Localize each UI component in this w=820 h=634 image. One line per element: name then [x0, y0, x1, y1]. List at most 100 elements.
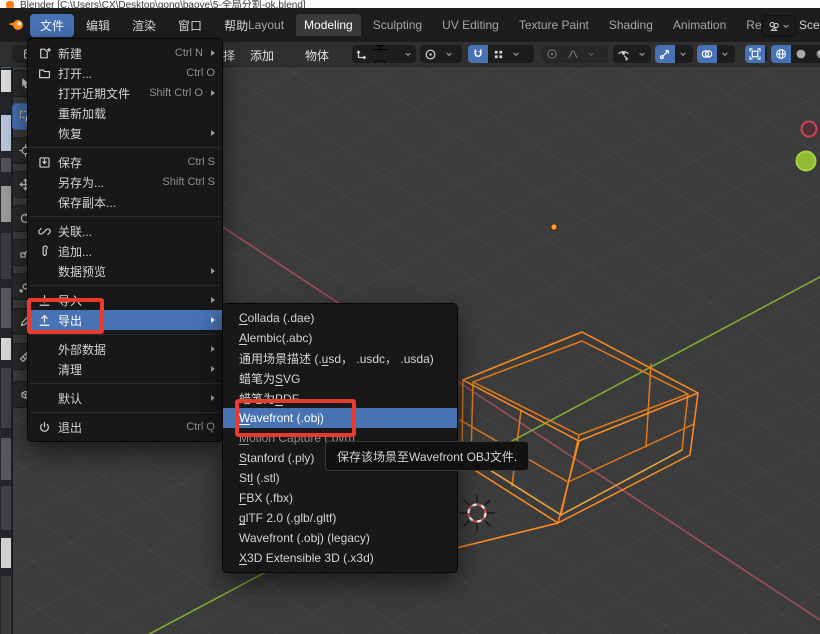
shading-solid-icon[interactable]: [791, 45, 811, 63]
pivot-point-dropdown[interactable]: [420, 45, 462, 63]
menu-item-label: 恢复: [58, 125, 203, 142]
snap-with-icon[interactable]: [489, 45, 508, 63]
export-item-grease-pencil-svg[interactable]: 蜡笔为SVG: [223, 368, 457, 388]
submenu-arrow-icon: [211, 366, 215, 372]
tab-modeling[interactable]: Modeling: [296, 14, 361, 36]
file-menu-item-append[interactable]: 追加...: [28, 241, 222, 261]
export-item-stl[interactable]: Stl (.stl): [223, 468, 457, 488]
overlays-group: [697, 45, 735, 63]
file-menu-item-reload[interactable]: 重新加载: [28, 103, 222, 123]
power-icon: [36, 421, 52, 434]
topbar-menu-window[interactable]: 窗口: [168, 14, 212, 37]
file-menu-item-save-as[interactable]: 另存为... Shift Ctrl S: [28, 172, 222, 192]
proportional-edit-icon[interactable]: [542, 45, 562, 63]
scene-selector[interactable]: [762, 15, 796, 37]
export-item-collada[interactable]: Collada (.dae): [223, 308, 457, 328]
chevron-down-icon: [717, 45, 733, 63]
xray-icon[interactable]: [745, 45, 765, 63]
topbar-menu-edit[interactable]: 编辑: [76, 14, 120, 37]
chevron-down-icon: [782, 22, 790, 30]
window-sliver-fragment: [1, 338, 11, 360]
menu-item-label: Stl (.stl): [239, 471, 280, 485]
tab-shading[interactable]: Shading: [601, 14, 661, 36]
export-item-x3d[interactable]: X3D Extensible 3D (.x3d): [223, 548, 457, 568]
file-menu-item-cleanup[interactable]: 清理: [28, 359, 222, 379]
submenu-arrow-icon: [211, 50, 215, 56]
overlays-toggle-icon[interactable]: [697, 45, 717, 63]
file-menu-item-open[interactable]: 打开...Ctrl O: [28, 63, 222, 83]
submenu-arrow-icon: [211, 346, 215, 352]
export-item-usd[interactable]: 通用场景描述 (.usd， .usdc， .usda): [223, 348, 457, 368]
file-menu: 新建Ctrl N打开...Ctrl O打开近期文件Shift Ctrl O重新加…: [27, 38, 223, 442]
menu-item-label: 另存为...: [58, 174, 156, 191]
snap-group: [468, 45, 534, 63]
paperclip-icon: [36, 245, 52, 258]
object-visibility-dropdown[interactable]: [613, 45, 651, 63]
topbar-menu-file[interactable]: 文件: [30, 14, 74, 37]
menu-item-label: 打开...: [58, 65, 180, 82]
annotation-box-export: [27, 298, 104, 334]
tab-uv-editing[interactable]: UV Editing: [434, 14, 507, 36]
file-menu-item-link[interactable]: 关联...: [28, 221, 222, 241]
tooltip-text: 保存该场景至Wavefront OBJ文件.: [337, 448, 517, 465]
shading-material-icon[interactable]: [811, 45, 820, 63]
tab-animation[interactable]: Animation: [665, 14, 734, 36]
export-submenu: Collada (.dae) Alembic(.abc) 通用场景描述 (.usd，…: [222, 303, 458, 573]
folder-icon: [36, 67, 52, 80]
shading-wireframe-icon[interactable]: [771, 45, 791, 63]
chevron-down-icon: [675, 45, 691, 63]
file-menu-item-save[interactable]: 保存Ctrl S: [28, 152, 222, 172]
xray-toggle: [745, 45, 767, 63]
orientation-axes-icon: [352, 45, 372, 63]
save-icon: [36, 156, 52, 169]
export-item-alembic[interactable]: Alembic(.abc): [223, 328, 457, 348]
window-sliver-fragment: [1, 538, 11, 568]
file-menu-item-new[interactable]: 新建Ctrl N: [28, 43, 222, 63]
window-sliver-fragment: [1, 438, 11, 480]
menu-item-label: FBX (.fbx): [239, 491, 293, 505]
snap-toggle-magnet-icon[interactable]: [468, 45, 488, 63]
submenu-arrow-icon: [211, 90, 215, 96]
file-menu-item-save-copy[interactable]: 保存副本...: [28, 192, 222, 212]
window-sliver-fragment: [1, 158, 11, 172]
chevron-down-icon: [508, 45, 524, 63]
tab-texture-paint[interactable]: Texture Paint: [511, 14, 597, 36]
menu-item-shortcut: Shift Ctrl S: [162, 176, 215, 188]
gizmos-toggle-icon[interactable]: [655, 45, 675, 63]
file-menu-item-defaults[interactable]: 默认: [28, 388, 222, 408]
falloff-curve-icon[interactable]: [563, 45, 583, 63]
window-sliver-fragment: [1, 576, 11, 634]
chevron-down-icon: [583, 45, 599, 63]
file-menu-item-external-data[interactable]: 外部数据: [28, 339, 222, 359]
chevron-down-icon: [441, 45, 457, 63]
window-sliver-fragment: [1, 186, 11, 222]
transform-orientation-dropdown[interactable]: 全局: [352, 45, 416, 63]
file-menu-item-data-preview[interactable]: 数据预览: [28, 261, 222, 281]
menu-item-shortcut: Ctrl Q: [186, 421, 215, 433]
export-item-fbx[interactable]: FBX (.fbx): [223, 488, 457, 508]
menu-item-shortcut: Ctrl N: [175, 47, 203, 59]
file-menu-item-recover[interactable]: 恢复: [28, 123, 222, 143]
workspace-tabs: LayoutModelingSculptingUV EditingTexture…: [240, 8, 796, 42]
orientation-value: 全局: [372, 45, 400, 63]
export-item-wavefront-obj-legacy[interactable]: Wavefront (.obj) (legacy): [223, 528, 457, 548]
tab-layout[interactable]: Layout: [240, 14, 292, 36]
menu-item-label: 外部数据: [58, 341, 203, 358]
topbar-menu-render[interactable]: 渲染: [122, 14, 166, 37]
tooltip: 保存该场景至Wavefront OBJ文件.: [325, 441, 529, 471]
file-menu-item-open-recent[interactable]: 打开近期文件Shift Ctrl O: [28, 83, 222, 103]
blender-logo-icon[interactable]: [7, 18, 25, 32]
file-menu-item-quit[interactable]: 退出 Ctrl Q: [28, 417, 222, 437]
export-item-gltf[interactable]: glTF 2.0 (.glb/.gltf): [223, 508, 457, 528]
menu-separator: [30, 412, 220, 413]
chevron-down-icon: [400, 45, 416, 63]
menu-item-label: 退出: [58, 419, 180, 436]
visibility-eye-icon: [613, 45, 634, 63]
tab-sculpting[interactable]: Sculpting: [365, 14, 430, 36]
window-title: Blender [C:\Users\CX\Desktop\gong\baoye\…: [20, 0, 306, 8]
topbar-menu-bar: 文件编辑渲染窗口帮助: [30, 8, 258, 42]
menu-object[interactable]: 物体: [305, 47, 329, 64]
submenu-arrow-icon: [211, 268, 215, 274]
menu-add[interactable]: 添加: [250, 47, 274, 64]
menu-item-label: Alembic(.abc): [239, 331, 312, 345]
